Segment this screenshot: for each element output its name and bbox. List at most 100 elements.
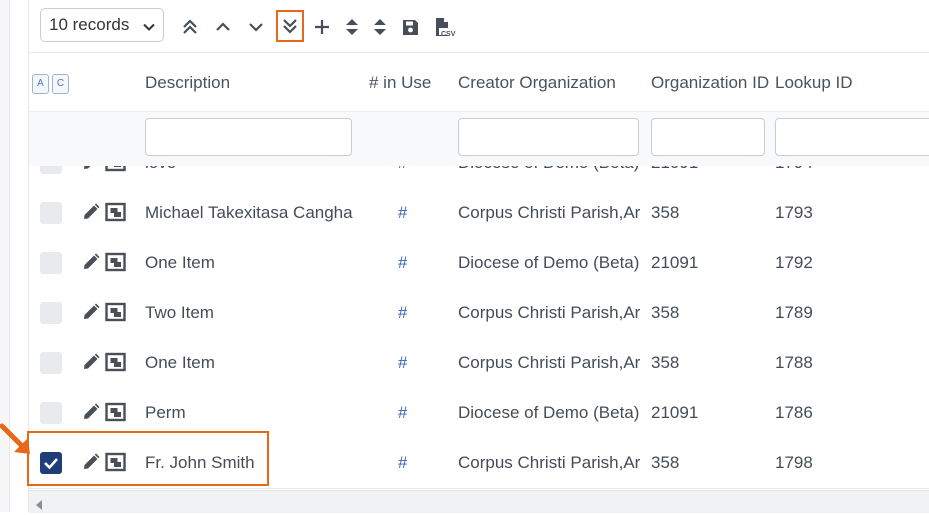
row-actions: [81, 166, 126, 177]
lookup-id-cell: 1798: [775, 453, 813, 472]
in-use-link[interactable]: #: [398, 403, 407, 423]
in-use-link[interactable]: #: [398, 166, 407, 173]
row-checkbox[interactable]: [40, 402, 62, 424]
double-chevron-down-icon: [282, 18, 298, 34]
organization-id-cell: 21091: [651, 253, 699, 272]
in-use-link[interactable]: #: [398, 453, 407, 473]
first-page-button[interactable]: [177, 12, 203, 42]
records-per-page-select[interactable]: 10 records: [40, 8, 164, 42]
lookup-id-cell: 1788: [775, 353, 813, 372]
description-cell: One Item: [145, 253, 215, 272]
last-page-button[interactable]: [276, 10, 304, 42]
row-checkbox[interactable]: [40, 166, 62, 174]
edit-pencil-icon[interactable]: [81, 352, 101, 377]
edit-pencil-icon[interactable]: [81, 402, 101, 427]
edit-pencil-icon[interactable]: [81, 202, 101, 227]
creator-organization-cell: Corpus Christi Parish,Ar: [458, 203, 641, 222]
lookup-id-cell: 1789: [775, 303, 813, 322]
grid-toolbar: 10 records CSV: [29, 0, 929, 53]
filter-row: [29, 112, 929, 167]
sort-icon: [345, 18, 359, 36]
open-record-icon[interactable]: [105, 402, 126, 427]
open-record-icon[interactable]: [105, 302, 126, 327]
in-use-link[interactable]: #: [398, 253, 407, 273]
export-csv-button[interactable]: CSV: [430, 12, 456, 42]
table-row[interactable]: One Item # Corpus Christi Parish,Ar 358 …: [29, 338, 929, 389]
chevron-down-icon: [143, 18, 155, 38]
selected-row-highlight: [27, 431, 269, 486]
organization-id-cell: 21091: [651, 166, 698, 173]
sort-button[interactable]: [339, 12, 365, 42]
next-page-button[interactable]: [243, 12, 269, 42]
column-header-organization-id[interactable]: Organization ID: [651, 73, 771, 93]
plus-icon: [314, 19, 330, 35]
lookup-id-cell: 1793: [775, 203, 813, 222]
previous-page-button[interactable]: [210, 12, 236, 42]
sort-icon: [373, 18, 387, 36]
organization-id-cell: 358: [651, 453, 680, 472]
chevron-up-icon: [215, 19, 231, 35]
description-cell: Michael Takexitasa Cangha: [145, 203, 353, 222]
description-cell: love: [145, 166, 357, 173]
in-use-link[interactable]: #: [398, 203, 407, 223]
column-header-lookup-id[interactable]: Lookup ID: [775, 73, 853, 93]
row-actions: [81, 402, 126, 427]
edit-pencil-icon[interactable]: [81, 252, 101, 277]
row-actions: [81, 352, 126, 377]
lookup-id-cell: 1794: [775, 166, 813, 173]
scroll-left-icon[interactable]: [35, 497, 43, 515]
creator-organization-cell: Diocese of Demo (Beta): [458, 253, 640, 272]
description-cell: One Item: [145, 353, 215, 372]
horizontal-scrollbar[interactable]: [29, 490, 929, 513]
in-use-link[interactable]: #: [398, 353, 407, 373]
table-row[interactable]: Two Item # Corpus Christi Parish,Ar 358 …: [29, 288, 929, 339]
organization-id-cell: 358: [651, 353, 680, 372]
creator-organization-cell: Diocese of Demo (Beta): [458, 166, 644, 173]
row-checkbox[interactable]: [40, 252, 62, 274]
column-header-creator-organization[interactable]: Creator Organization: [458, 73, 616, 93]
column-header-row: A C Description # in Use Creator Organiz…: [29, 53, 929, 112]
lookup-id-filter-input[interactable]: [775, 118, 929, 156]
creator-organization-cell: Diocese of Demo (Beta): [458, 403, 640, 422]
table-row[interactable]: Michael Takexitasa Cangha # Corpus Chris…: [29, 188, 929, 239]
pointer-arrow-icon: [0, 422, 34, 463]
creator-organization-cell: Corpus Christi Parish,Ar: [458, 453, 641, 472]
open-record-icon[interactable]: [105, 166, 126, 177]
save-button[interactable]: [397, 12, 423, 42]
organization-id-cell: 358: [651, 303, 680, 322]
edit-pencil-icon[interactable]: [81, 302, 101, 327]
sort-alt-button[interactable]: [367, 12, 393, 42]
organization-id-cell: 358: [651, 203, 680, 222]
lookup-id-cell: 1786: [775, 403, 813, 422]
column-header-in-use[interactable]: # in Use: [369, 73, 431, 93]
double-chevron-up-icon: [182, 19, 198, 35]
save-icon: [402, 19, 419, 36]
row-actions: [81, 302, 126, 327]
organization-id-filter-input[interactable]: [651, 118, 765, 156]
creator-organization-cell: Corpus Christi Parish,Ar: [458, 353, 641, 372]
description-cell: Perm: [145, 403, 186, 422]
description-cell: Two Item: [145, 303, 214, 322]
chevron-down-icon: [248, 19, 264, 35]
column-header-description[interactable]: Description: [145, 73, 230, 93]
open-record-icon[interactable]: [105, 352, 126, 377]
add-record-button[interactable]: [309, 12, 335, 42]
edit-pencil-icon[interactable]: [81, 166, 101, 177]
creator-organization-cell: Corpus Christi Parish,Ar: [458, 303, 641, 322]
row-actions: [81, 252, 126, 277]
row-checkbox[interactable]: [40, 202, 62, 224]
records-per-page-value: 10 records: [49, 15, 130, 34]
in-use-link[interactable]: #: [398, 303, 407, 323]
table-row[interactable]: love # Diocese of Demo (Beta) 21091 1794: [29, 166, 929, 189]
row-actions: [81, 202, 126, 227]
lookup-id-cell: 1792: [775, 253, 813, 272]
creator-organization-filter-input[interactable]: [458, 118, 639, 156]
expand-all-button[interactable]: A: [32, 74, 49, 94]
table-row[interactable]: One Item # Diocese of Demo (Beta) 21091 …: [29, 238, 929, 289]
row-checkbox[interactable]: [40, 352, 62, 374]
open-record-icon[interactable]: [105, 202, 126, 227]
description-filter-input[interactable]: [145, 118, 352, 156]
open-record-icon[interactable]: [105, 252, 126, 277]
collapse-all-button[interactable]: C: [52, 74, 69, 94]
row-checkbox[interactable]: [40, 302, 62, 324]
